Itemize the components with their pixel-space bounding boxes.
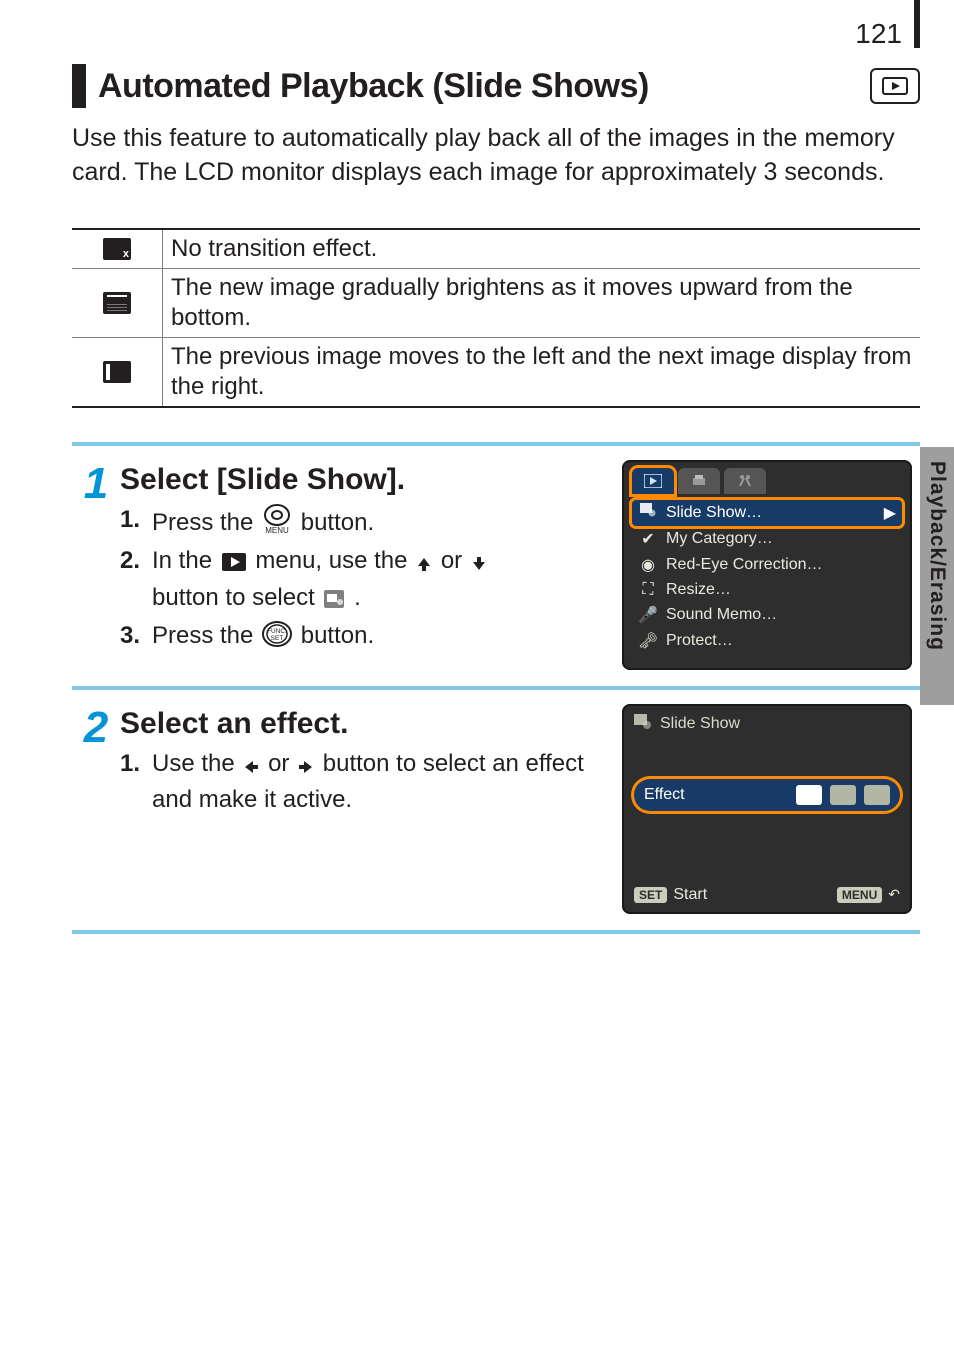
text: or [268,750,296,777]
effect-screen-title-row: Slide Show [634,714,900,735]
effect-none-text: No transition effect. [163,230,920,268]
table-row: No transition effect. [72,230,920,268]
page-title: Automated Playback (Slide Shows) [98,67,649,106]
footer-menu-back: MENU ↶ [837,886,900,904]
table-row: The previous image moves to the left and… [72,337,920,406]
text: button. [301,622,374,649]
my-category-icon: ✔ [638,529,658,549]
back-arrow-icon: ↶ [888,886,900,903]
menu-item-my-category: ✔ My Category… [632,526,902,552]
chevron-right-icon: ▶ [884,503,896,523]
text: or [441,547,469,574]
text: In the [152,547,219,574]
tools-tab-icon [724,468,766,494]
heading-bar [72,64,86,108]
intro-text: Use this feature to automatically play b… [72,122,920,190]
text: menu, use the [255,547,414,574]
step-number: 1 [72,460,120,670]
step-2-title: Select an effect. [120,704,608,745]
text: button to select [152,584,321,611]
step-1-sub-2: 2. In the menu, use the or [120,545,608,618]
arrow-up-icon [416,549,432,581]
side-tab-label: Playback/Erasing [925,461,949,651]
playback-mode-icon [870,68,920,104]
side-tab: Playback/Erasing [920,447,954,705]
menu-button-icon: MENU [262,504,292,543]
print-tab-icon [678,468,720,494]
step-2-text: Select an effect. 1. Use the or [120,704,608,914]
page-number-bar [914,0,920,48]
menu-item-resize: ⛶ Resize… [632,578,902,602]
arrow-left-icon [243,752,259,784]
menu-item-label: My Category… [666,530,773,548]
text: Press the [152,622,260,649]
step-1-sub-1: 1. Press the MENU button. [120,504,608,543]
effect-slide-left-icon [72,338,163,406]
substep-number: 1. [120,504,146,536]
menu-item-label: Sound Memo… [666,606,777,624]
substep-number: 1. [120,748,146,780]
play-menu-icon [221,549,247,581]
text: button. [301,509,374,536]
effect-scroll-up-text: The new image gradually brightens as it … [163,269,920,337]
footer-start-label: Start [673,886,707,904]
slide-show-menu-icon [323,586,345,618]
steps: 1 Select [Slide Show]. 1. Press the [72,442,920,934]
effect-slide-left-icon [864,785,890,805]
svg-text:FUNC.: FUNC. [267,628,287,635]
step-2: 2 Select an effect. 1. Use the or [72,690,920,934]
menu-item-slide-show: Slide Show… ▶ [632,500,902,526]
page-number: 121 [855,18,902,50]
arrow-down-icon [471,549,487,581]
effect-row-label: Effect [644,786,685,804]
step-number: 2 [72,704,120,914]
menu-pill: MENU [837,887,882,903]
step-1-sub-3: 3. Press the FUNC. SET [120,620,608,656]
menu-item-protect: 🗝 Protect… [632,628,902,654]
step-1: 1 Select [Slide Show]. 1. Press the [72,446,920,690]
resize-icon: ⛶ [638,581,658,599]
effect-screen-title: Slide Show [660,715,740,733]
menu-item-label: Protect… [666,632,733,650]
substep-number: 2. [120,545,146,577]
effect-row: Effect [634,779,900,811]
menu-item-label: Slide Show… [666,504,762,522]
slide-show-menu-icon [638,503,658,522]
slide-show-menu-icon [634,714,652,735]
effect-scroll-up-icon [830,785,856,805]
play-tab-icon [632,468,674,494]
menu-item-red-eye: ◉ Red-Eye Correction… [632,552,902,578]
svg-text:MENU: MENU [265,526,289,534]
camera-effect-screenshot: Slide Show Effect SET [622,704,912,914]
step-1-text: Select [Slide Show]. 1. Press the MENU [120,460,608,670]
text: Press the [152,509,260,536]
effect-none-icon [72,230,163,268]
effect-none-icon [796,785,822,805]
camera-menu-screenshot: Slide Show… ▶ ✔ My Category… ◉ Red-Eye C… [622,460,912,670]
effect-scroll-up-icon [72,269,163,337]
protect-icon: 🗝 [638,631,658,651]
text: Use the [152,750,241,777]
set-pill: SET [634,887,667,903]
step-1-title: Select [Slide Show]. [120,460,608,501]
footer-set-start: SET Start [634,886,707,904]
text: . [354,584,361,611]
table-row: The new image gradually brightens as it … [72,268,920,337]
red-eye-icon: ◉ [638,555,658,575]
menu-item-sound-memo: 🎤 Sound Memo… [632,602,902,628]
func-set-button-icon: FUNC. SET [262,621,292,656]
effect-slide-left-text: The previous image moves to the left and… [163,338,920,406]
arrow-right-icon [298,752,314,784]
substep-number: 3. [120,620,146,652]
effects-table: No transition effect. The new image grad… [72,228,920,408]
heading-row: Automated Playback (Slide Shows) [72,64,920,108]
svg-text:SET: SET [271,635,284,642]
step-2-sub-1: 1. Use the or button to select an effect… [120,748,608,817]
sound-memo-icon: 🎤 [638,605,658,625]
menu-item-label: Red-Eye Correction… [666,556,823,574]
menu-item-label: Resize… [666,581,731,599]
